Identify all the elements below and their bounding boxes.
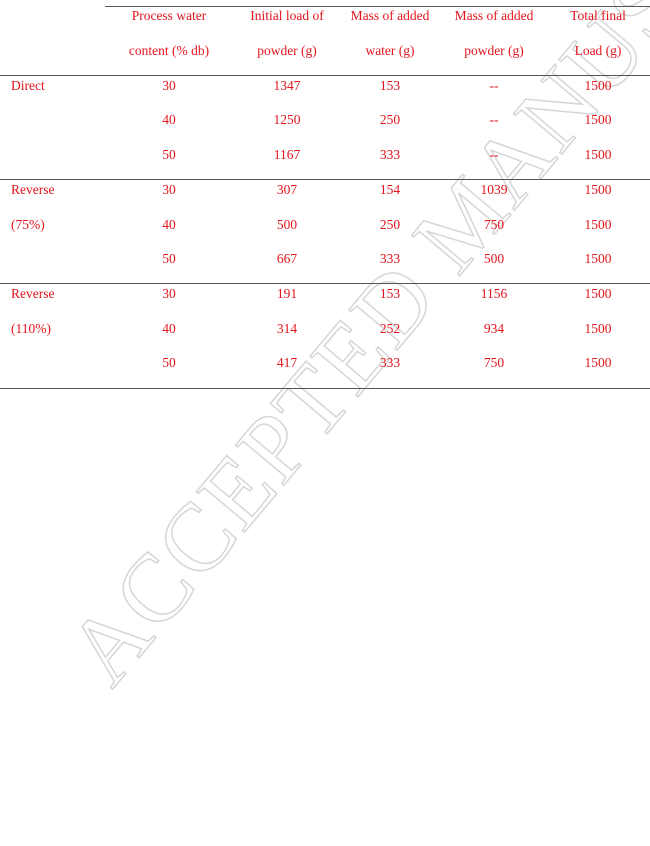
cell-water-content: 40 — [162, 217, 176, 232]
header-initial-powder-line2: powder (g) — [257, 43, 317, 58]
cell-added-water: 250 — [379, 112, 401, 127]
group-label-sub: (110%) — [11, 321, 51, 336]
watermark-text: ACCEPTED MANUSCRIPT — [46, 0, 650, 703]
cell-initial-powder: 1347 — [273, 78, 301, 93]
header-total-load-line1: Total final — [570, 8, 626, 23]
cell-initial-powder: 500 — [276, 217, 298, 232]
header-initial-powder-line1: Initial load of — [250, 8, 324, 23]
cell-total: 1500 — [584, 251, 612, 266]
cell-added-water: 333 — [379, 355, 401, 370]
cell-total: 1500 — [584, 112, 612, 127]
group-divider-rule — [0, 283, 650, 284]
cell-added-powder: 1039 — [480, 182, 508, 197]
cell-added-powder: -- — [489, 78, 499, 93]
cell-initial-powder: 191 — [276, 286, 298, 301]
cell-initial-powder: 417 — [276, 355, 298, 370]
cell-added-water: 252 — [379, 321, 401, 336]
cell-added-powder: -- — [489, 147, 499, 162]
header-added-powder-line1: Mass of added — [454, 8, 534, 23]
cell-total: 1500 — [584, 321, 612, 336]
cell-added-water: 153 — [379, 286, 401, 301]
cell-initial-powder: 307 — [276, 182, 298, 197]
header-bottom-rule — [0, 75, 650, 76]
cell-water-content: 30 — [162, 182, 176, 197]
cell-initial-powder: 314 — [276, 321, 298, 336]
header-added-water-line2: water (g) — [365, 43, 415, 58]
cell-initial-powder: 1250 — [273, 112, 301, 127]
header-total-load-line2: Load (g) — [574, 43, 622, 58]
cell-water-content: 50 — [162, 251, 176, 266]
cell-total: 1500 — [584, 217, 612, 232]
cell-water-content: 50 — [162, 355, 176, 370]
cell-total: 1500 — [584, 147, 612, 162]
cell-initial-powder: 667 — [276, 251, 298, 266]
header-added-water-line1: Mass of added — [350, 8, 430, 23]
cell-added-powder: 500 — [483, 251, 505, 266]
cell-water-content: 40 — [162, 321, 176, 336]
table-bottom-rule — [0, 388, 650, 389]
cell-added-powder: 1156 — [480, 286, 508, 301]
group-label: Reverse — [11, 182, 55, 197]
cell-total: 1500 — [584, 78, 612, 93]
cell-total: 1500 — [584, 355, 612, 370]
cell-added-powder: 750 — [483, 355, 505, 370]
cell-initial-powder: 1167 — [273, 147, 301, 162]
cell-total: 1500 — [584, 182, 612, 197]
cell-added-water: 153 — [379, 78, 401, 93]
cell-added-water: 154 — [379, 182, 401, 197]
header-water-content-line2: content (% db) — [128, 43, 210, 58]
cell-added-water: 333 — [379, 147, 401, 162]
header-added-powder-line2: powder (g) — [464, 43, 524, 58]
cell-water-content: 40 — [162, 112, 176, 127]
cell-added-water: 250 — [379, 217, 401, 232]
group-label: Reverse — [11, 286, 55, 301]
cell-added-powder: 934 — [483, 321, 505, 336]
cell-added-powder: -- — [489, 112, 499, 127]
table-top-rule — [105, 6, 650, 7]
cell-total: 1500 — [584, 286, 612, 301]
watermark: ACCEPTED MANUSCRIPT — [45, 0, 650, 704]
cell-added-powder: 750 — [483, 217, 505, 232]
cell-water-content: 30 — [162, 286, 176, 301]
cell-water-content: 30 — [162, 78, 176, 93]
cell-added-water: 333 — [379, 251, 401, 266]
group-label-sub: (75%) — [11, 217, 45, 232]
header-water-content-line1: Process water — [131, 8, 207, 23]
cell-water-content: 50 — [162, 147, 176, 162]
group-label: Direct — [11, 78, 45, 93]
group-divider-rule — [0, 179, 650, 180]
